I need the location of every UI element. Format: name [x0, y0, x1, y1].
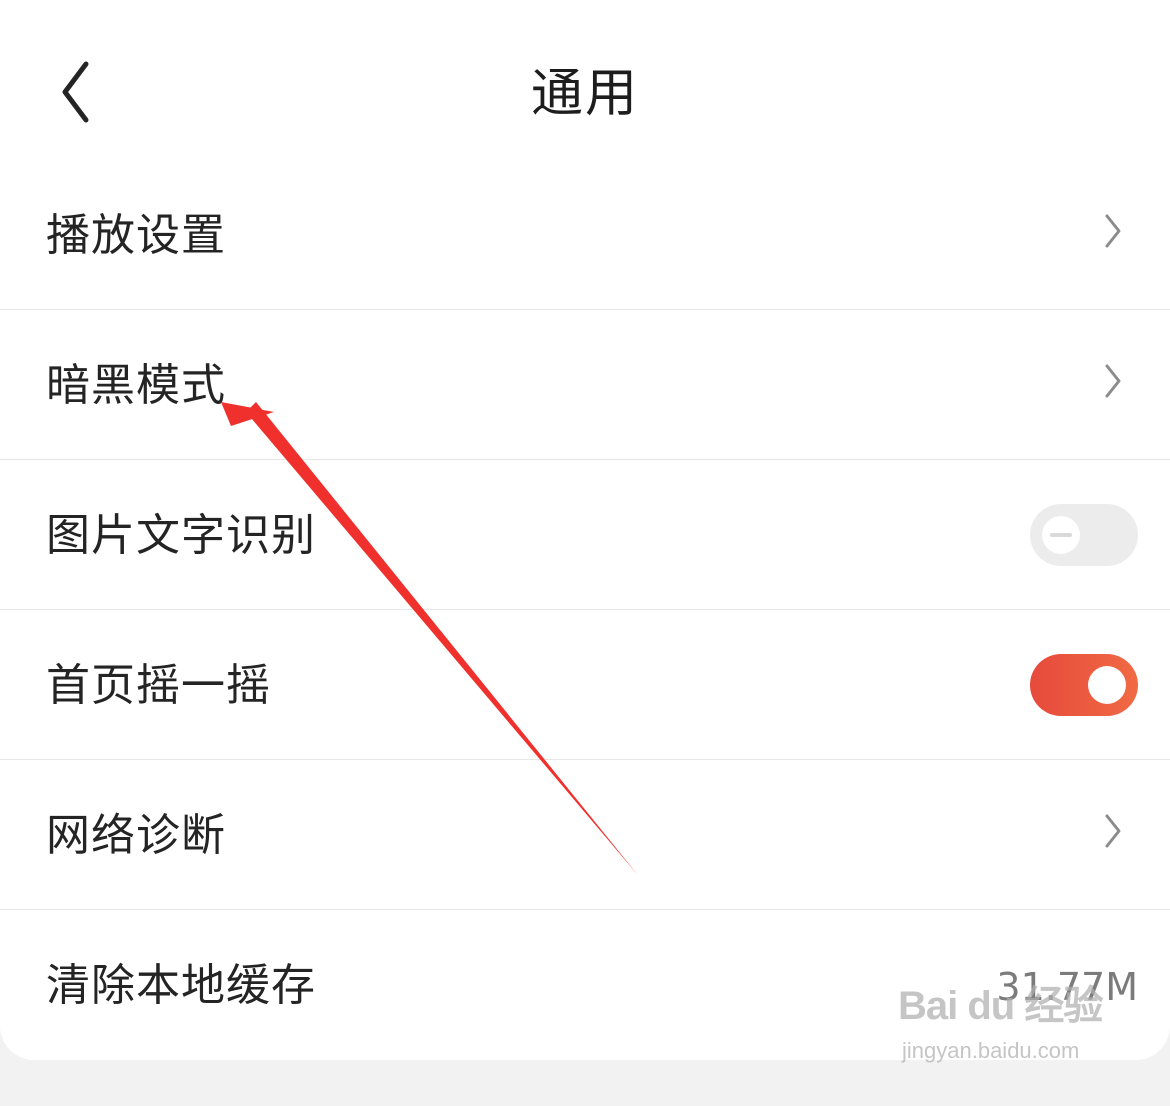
toggle-knob [1088, 666, 1126, 704]
dark-mode-row[interactable]: 暗黑模式 [0, 310, 1170, 460]
playback-settings-row[interactable]: 播放设置 [0, 160, 1170, 310]
settings-panel: 通用 播放设置 暗黑模式 图片文字识别 首页摇一摇 网络诊断 清除本地缓存 31… [0, 0, 1170, 1060]
cache-size-value: 31.77M [996, 965, 1138, 1009]
network-diagnosis-label: 网络诊断 [46, 810, 226, 861]
minus-icon [1050, 533, 1072, 537]
home-shake-toggle[interactable] [1030, 654, 1138, 716]
image-text-recognition-label: 图片文字识别 [46, 510, 316, 561]
home-shake-row: 首页摇一摇 [0, 610, 1170, 760]
network-diagnosis-row[interactable]: 网络诊断 [0, 760, 1170, 910]
chevron-right-icon [1104, 363, 1124, 399]
image-text-recognition-toggle[interactable] [1030, 504, 1138, 566]
page-title: 通用 [530, 64, 639, 124]
screen: 通用 播放设置 暗黑模式 图片文字识别 首页摇一摇 网络诊断 清除本地缓存 31… [0, 0, 1170, 1106]
playback-settings-label: 播放设置 [46, 210, 226, 261]
clear-local-cache-row[interactable]: 清除本地缓存 31.77M [0, 910, 1170, 1060]
toggle-knob [1042, 516, 1080, 554]
dark-mode-label: 暗黑模式 [46, 360, 226, 411]
image-text-recognition-row: 图片文字识别 [0, 460, 1170, 610]
home-shake-label: 首页摇一摇 [46, 660, 271, 711]
chevron-right-icon [1104, 213, 1124, 249]
header: 通用 [0, 0, 1170, 160]
clear-local-cache-label: 清除本地缓存 [46, 960, 316, 1011]
settings-list: 播放设置 暗黑模式 图片文字识别 首页摇一摇 网络诊断 清除本地缓存 31.77… [0, 160, 1170, 1060]
chevron-right-icon [1104, 813, 1124, 849]
